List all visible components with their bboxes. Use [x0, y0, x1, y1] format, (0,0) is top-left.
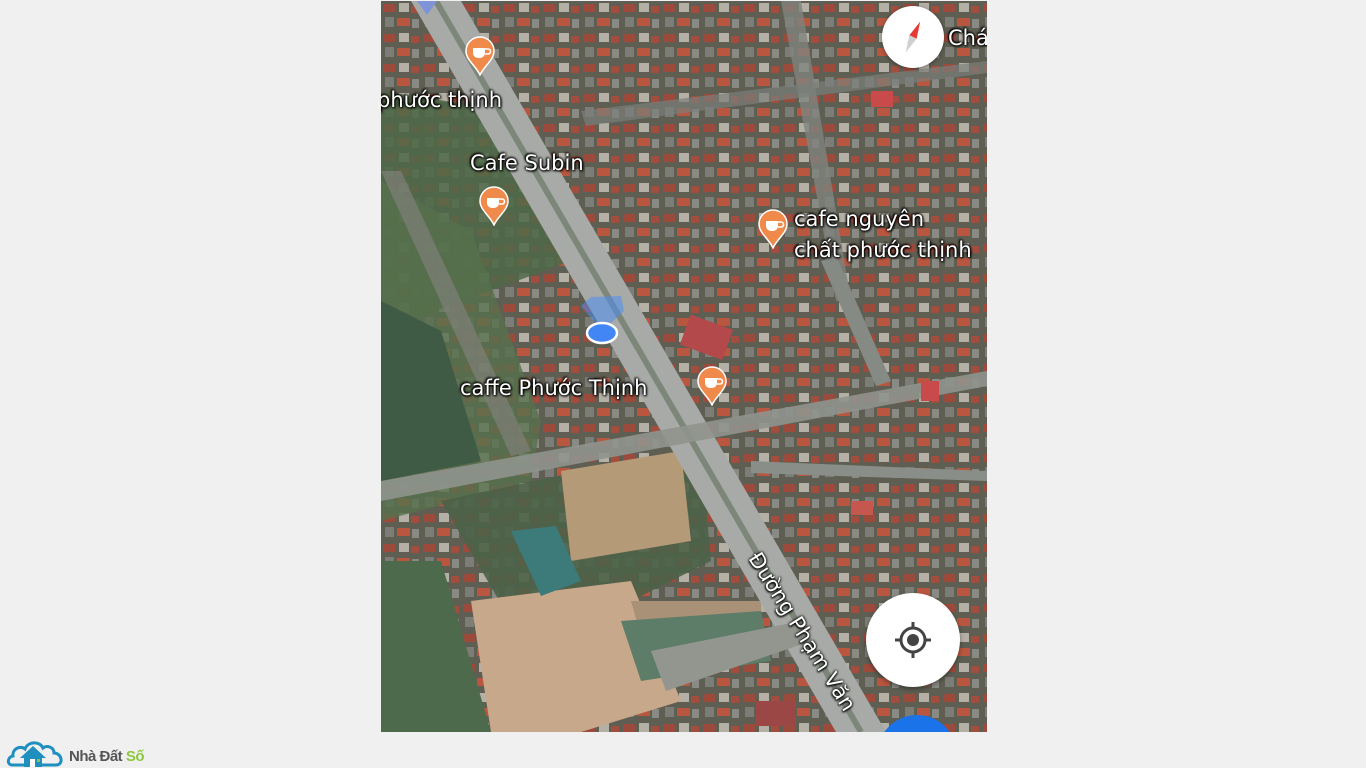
brand-name-part2: Số — [125, 748, 145, 765]
cafe-pin-icon[interactable] — [696, 366, 728, 406]
cafe-pin-icon[interactable] — [757, 209, 789, 249]
cafe-pin-icon[interactable] — [464, 36, 496, 76]
satellite-map[interactable]: phước thịnh Cafe Subin cafe nguyên chất … — [381, 1, 987, 732]
site-logo[interactable]: Nhà Đất Số — [6, 733, 156, 767]
my-location-button[interactable] — [866, 593, 960, 687]
my-location-icon — [895, 622, 931, 658]
current-location-dot — [585, 321, 619, 345]
place-label-caffe-phuoc-thinh[interactable]: caffe Phước Thịnh — [460, 373, 647, 404]
cafe-pin-icon[interactable] — [478, 186, 510, 226]
compass-icon — [904, 21, 923, 53]
brand-name: Nhà Đất Số — [69, 748, 145, 765]
place-label-phuoc-thinh[interactable]: phước thịnh — [381, 85, 502, 116]
house-cloud-logo-icon — [6, 741, 63, 767]
brand-name-part1: Nhà Đất — [69, 748, 126, 765]
corner-place-label[interactable]: Chá — [948, 23, 987, 54]
place-label-cafe-nguyen-chat[interactable]: cafe nguyên chất phước thịnh — [794, 204, 972, 266]
compass-button[interactable] — [882, 6, 944, 68]
place-label-cafe-subin[interactable]: Cafe Subin — [470, 148, 584, 179]
